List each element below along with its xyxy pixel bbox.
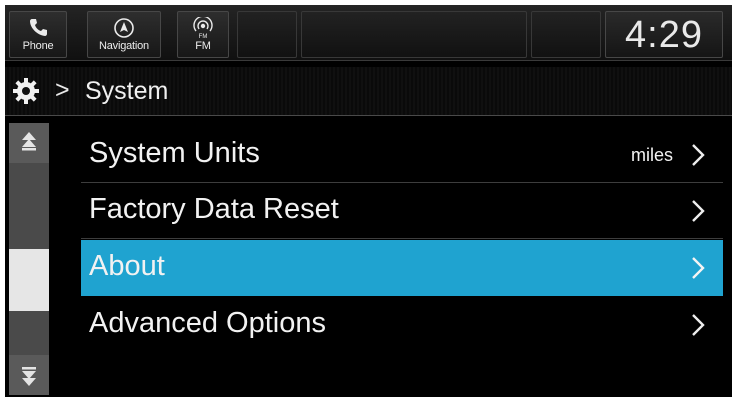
navigation-icon — [88, 17, 160, 38]
navigation-button[interactable]: Navigation — [87, 11, 161, 58]
page-title: System — [85, 77, 169, 105]
scroll-thumb[interactable] — [9, 249, 49, 311]
phone-label: Phone — [22, 40, 54, 52]
fm-label: FM — [195, 40, 211, 52]
scroll-down-icon — [22, 367, 36, 386]
menu-item-value: miles — [630, 145, 673, 165]
empty-shortcut-slot[interactable] — [237, 11, 297, 58]
menu-item-label: System Units — [89, 137, 260, 169]
fm-radio-icon: FM — [178, 15, 228, 40]
chevron-right-icon — [692, 144, 705, 166]
empty-shortcut-slot[interactable] — [531, 11, 601, 58]
chevron-right-icon — [692, 200, 705, 222]
empty-shortcut-slot[interactable] — [301, 11, 527, 58]
menu-item-label: About — [89, 250, 165, 282]
phone-icon — [10, 17, 66, 37]
menu-item-system-units[interactable]: System Units miles — [81, 127, 723, 183]
chevron-right-icon — [692, 257, 705, 279]
scroll-down-button[interactable] — [9, 355, 49, 395]
menu-item-label: Advanced Options — [89, 307, 326, 339]
navigation-label: Navigation — [99, 40, 149, 52]
top-status-bar: Phone Navigation FM FM 4:29 — [5, 5, 732, 61]
fm-icon-text: FM — [199, 34, 208, 39]
fm-button[interactable]: FM FM — [177, 11, 229, 58]
scroll-up-button[interactable] — [9, 123, 49, 163]
breadcrumb: > System — [5, 67, 732, 116]
breadcrumb-separator: > — [55, 76, 70, 104]
menu-item-advanced-options[interactable]: Advanced Options — [81, 297, 723, 353]
chevron-right-icon — [692, 314, 705, 336]
gear-icon[interactable] — [12, 77, 40, 105]
scrollbar[interactable] — [9, 123, 49, 395]
scroll-up-icon — [22, 132, 36, 151]
phone-button[interactable]: Phone — [9, 11, 67, 58]
infotainment-screen: Phone Navigation FM FM 4:29 > System Sys… — [5, 5, 732, 397]
menu-item-about[interactable]: About — [81, 240, 723, 296]
menu-item-factory-data-reset[interactable]: Factory Data Reset — [81, 183, 723, 239]
clock-display: 4:29 — [605, 11, 723, 58]
menu-item-label: Factory Data Reset — [89, 193, 339, 225]
